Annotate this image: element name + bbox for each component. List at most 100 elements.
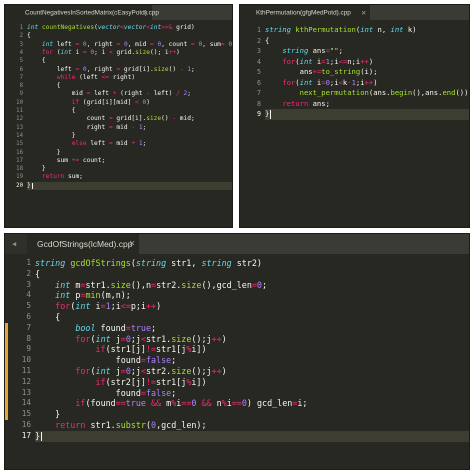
line-number: 4 (26, 290, 31, 300)
close-tab-icon[interactable]: × (129, 239, 135, 250)
line-number: 14 (16, 132, 23, 139)
text-caret (31, 182, 33, 189)
code-line: sum += count; (27, 156, 106, 164)
code-line: } (35, 409, 61, 420)
line-number: 4 (19, 49, 23, 56)
line-number: 6 (257, 78, 261, 87)
code-line: } (27, 148, 61, 156)
line-number: 16 (21, 420, 31, 429)
line-number: 8 (26, 333, 31, 343)
code-line: while (left <= right) (56, 73, 136, 81)
code-line: string ans=""; (282, 46, 343, 55)
change-marker (5, 387, 8, 399)
change-marker (5, 344, 8, 356)
code-line: for(int i=1;i<=p;i++) (55, 301, 162, 312)
code-line: found=false; (35, 387, 177, 398)
code-line: { (35, 268, 41, 279)
code-line: return sum; (41, 173, 83, 181)
code-area[interactable]: string gcdOfStrings(string str1, string … (35, 254, 469, 469)
line-number: 17 (21, 430, 31, 440)
code-line: string gcdOfStrings(string str1, string … (35, 258, 262, 268)
line-number: 7 (26, 322, 31, 332)
line-number: 13 (16, 124, 23, 131)
line-number: 15 (21, 409, 31, 419)
code-area[interactable]: int countNegatives(vector<vector<int>>& … (27, 20, 232, 227)
change-marker (5, 333, 8, 345)
tab-bar: KthPermutation(gfgMedPotd).cpp × (240, 5, 469, 20)
line-number: 7 (19, 74, 23, 81)
code-line: } (35, 430, 469, 442)
code-line: { (35, 312, 61, 322)
code-line: int p=min(m,n); (55, 290, 131, 301)
tab-gcd-of-strings[interactable]: GcdOfStrings(lcMed).cpp × (27, 234, 139, 254)
text-caret (270, 110, 272, 119)
code-line: int m=str1.size(),n=str2.size(),gcd_len=… (55, 279, 268, 290)
line-number: 3 (257, 47, 261, 55)
code-line: } (27, 131, 76, 139)
change-marker (5, 409, 8, 420)
code-line: { (27, 107, 76, 114)
chevron-left-icon: ◀ (12, 240, 17, 248)
line-number: 9 (19, 91, 23, 98)
line-number: 5 (19, 58, 23, 65)
tab-count-negatives[interactable]: CountNegativesInSortedMatrix(cEasyPotd).… (5, 5, 159, 20)
code-line: for(int i=1;i<=n;i++) (282, 56, 374, 66)
line-number: 11 (21, 366, 31, 375)
code-line: for(int j=0;j<str2.size();j++) (75, 366, 227, 376)
code-line: int countNegatives(vector<vector<int>>& … (27, 24, 195, 31)
close-tab-icon[interactable]: × (361, 8, 366, 17)
editor-pane-kth-permutation: KthPermutation(gfgMedPotd).cpp × 1 2 3 4 5 6 7… (239, 4, 470, 228)
line-number: 12 (21, 376, 31, 386)
line-number: 11 (16, 108, 23, 114)
line-number: 2 (257, 36, 261, 45)
code-line: for (int i = 0; i < grid.size(); i++) (41, 48, 180, 56)
line-number: 1 (26, 258, 31, 267)
text-caret (41, 431, 43, 441)
line-number: 19 (16, 174, 23, 181)
code-line: string kthPermutation(int n, int k) (265, 25, 417, 34)
tab-bar: CountNegativesInSortedMatrix(cEasyPotd).… (5, 5, 232, 20)
tab-bar: ◀ GcdOfStrings(lcMed).cpp × (5, 234, 469, 254)
line-number: 18 (16, 166, 23, 173)
line-number-gutter: 1 2 3 4 5 6 7 8 9 10 11 12 13 14 15 16 17 (5, 254, 35, 469)
line-number: 3 (19, 41, 23, 48)
editor-pane-gcd-of-strings: ◀ GcdOfStrings(lcMed).cpp × 1 2 3 4 5 6 7 8 9 10 1… (4, 233, 470, 470)
code-area[interactable]: string kthPermutation(int n, int k){ str… (265, 20, 469, 227)
editor-pane-count-negatives: CountNegativesInSortedMatrix(cEasyPotd).… (4, 4, 233, 228)
code-line: { (27, 57, 46, 65)
change-marker (5, 322, 8, 334)
line-number: 6 (19, 66, 23, 73)
line-number: 7 (257, 89, 261, 97)
line-number-gutter: 1 2 3 4 5 6 7 8 9 10 11 12 13 14 15 16 17 18 19 20 (5, 20, 27, 227)
tab-title: CountNegativesInSortedMatrix(cEasyPotd).… (25, 9, 159, 16)
scroll-tabs-left-button[interactable]: ◀ (5, 234, 27, 254)
code-line: return str1.substr(0,gcd_len); (55, 420, 207, 430)
line-number: 1 (19, 25, 23, 31)
code-line: ans+=to_string(i); (265, 67, 378, 76)
line-number: 1 (257, 26, 261, 34)
line-number: 3 (26, 279, 31, 289)
code-line: if (grid[i][mid] < 0) (71, 98, 150, 106)
line-number: 14 (21, 398, 31, 408)
code-line: else left = mid + 1; (71, 140, 147, 148)
code-line: } (27, 181, 232, 190)
code-line: for(int j=0;j<str1.size();j++) (75, 333, 227, 344)
line-number: 17 (16, 157, 23, 164)
code-line: bool found=true; (75, 322, 157, 333)
close-tab-icon[interactable]: × (143, 8, 148, 17)
code-line: int left = 0, right = 0, mid = 0, count … (41, 40, 233, 48)
code-line: } (265, 109, 469, 120)
line-number-gutter: 1 2 3 4 5 6 7 8 9 (240, 20, 265, 227)
line-number: 12 (16, 116, 23, 123)
code-line: if(str1[j]!=str1[j%i]) (95, 344, 207, 355)
line-number: 10 (16, 99, 23, 106)
tab-kth-permutation[interactable]: KthPermutation(gfgMedPotd).cpp × (240, 5, 370, 20)
line-number: 9 (26, 344, 31, 354)
change-marker (5, 398, 8, 410)
code-line: return ans; (282, 98, 330, 108)
change-marker (5, 366, 8, 377)
change-marker (5, 376, 8, 388)
code-line: found=false; (35, 355, 177, 366)
line-number: 16 (16, 149, 23, 156)
line-number: 8 (19, 83, 23, 90)
